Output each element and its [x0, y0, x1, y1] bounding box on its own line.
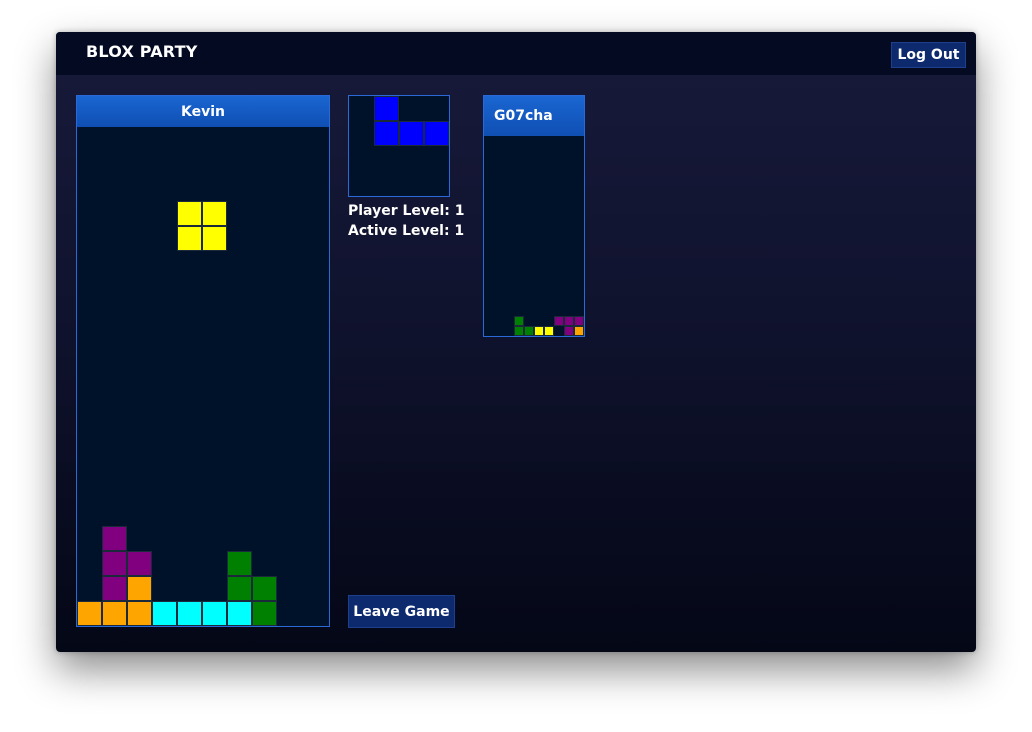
active-block [177, 226, 202, 251]
settled-block [102, 576, 127, 601]
opponent-block [514, 326, 524, 336]
active-level-text: Active Level: 1 [348, 223, 465, 239]
opponent-block [544, 326, 554, 336]
opponent-name: G07cha [494, 108, 553, 124]
player-board: Kevin [76, 95, 330, 627]
next-piece-grid [349, 96, 449, 196]
settled-block [127, 601, 152, 626]
leave-game-button[interactable]: Leave Game [348, 595, 455, 628]
settled-block [227, 576, 252, 601]
settled-block [252, 576, 277, 601]
opponent-block [534, 326, 544, 336]
settled-block [202, 601, 227, 626]
active-block [202, 226, 227, 251]
settled-block [102, 601, 127, 626]
player-level-text: Player Level: 1 [348, 203, 465, 219]
active-block [177, 201, 202, 226]
settled-block [102, 526, 127, 551]
next-piece-block [374, 121, 399, 146]
opponent-block [514, 316, 524, 326]
settled-block [227, 601, 252, 626]
player-name-header: Kevin [77, 96, 329, 127]
opponent-block [574, 316, 584, 326]
settled-block [127, 551, 152, 576]
opponent-block [554, 316, 564, 326]
app-window: BLOX PARTY Log Out Kevin Player Level: 1… [56, 32, 976, 652]
opponent-block [524, 326, 534, 336]
player-name: Kevin [181, 103, 225, 120]
app-title: BLOX PARTY [86, 42, 198, 61]
settled-block [227, 551, 252, 576]
settled-block [102, 551, 127, 576]
next-piece-block [374, 96, 399, 121]
next-piece-block [424, 121, 449, 146]
opponent-block [564, 326, 574, 336]
settled-block [127, 576, 152, 601]
opponent-block [564, 316, 574, 326]
next-piece-preview [348, 95, 450, 197]
top-bar: BLOX PARTY Log Out [56, 32, 976, 75]
log-out-button[interactable]: Log Out [891, 42, 966, 68]
opponent-playfield [514, 136, 584, 336]
opponent-board: G07cha [483, 95, 585, 337]
opponent-block [574, 326, 584, 336]
active-block [202, 201, 227, 226]
next-piece-block [399, 121, 424, 146]
settled-block [177, 601, 202, 626]
settled-block [152, 601, 177, 626]
player-playfield [77, 126, 329, 626]
opponent-name-header: G07cha [484, 96, 584, 136]
settled-block [252, 601, 277, 626]
settled-block [77, 601, 102, 626]
